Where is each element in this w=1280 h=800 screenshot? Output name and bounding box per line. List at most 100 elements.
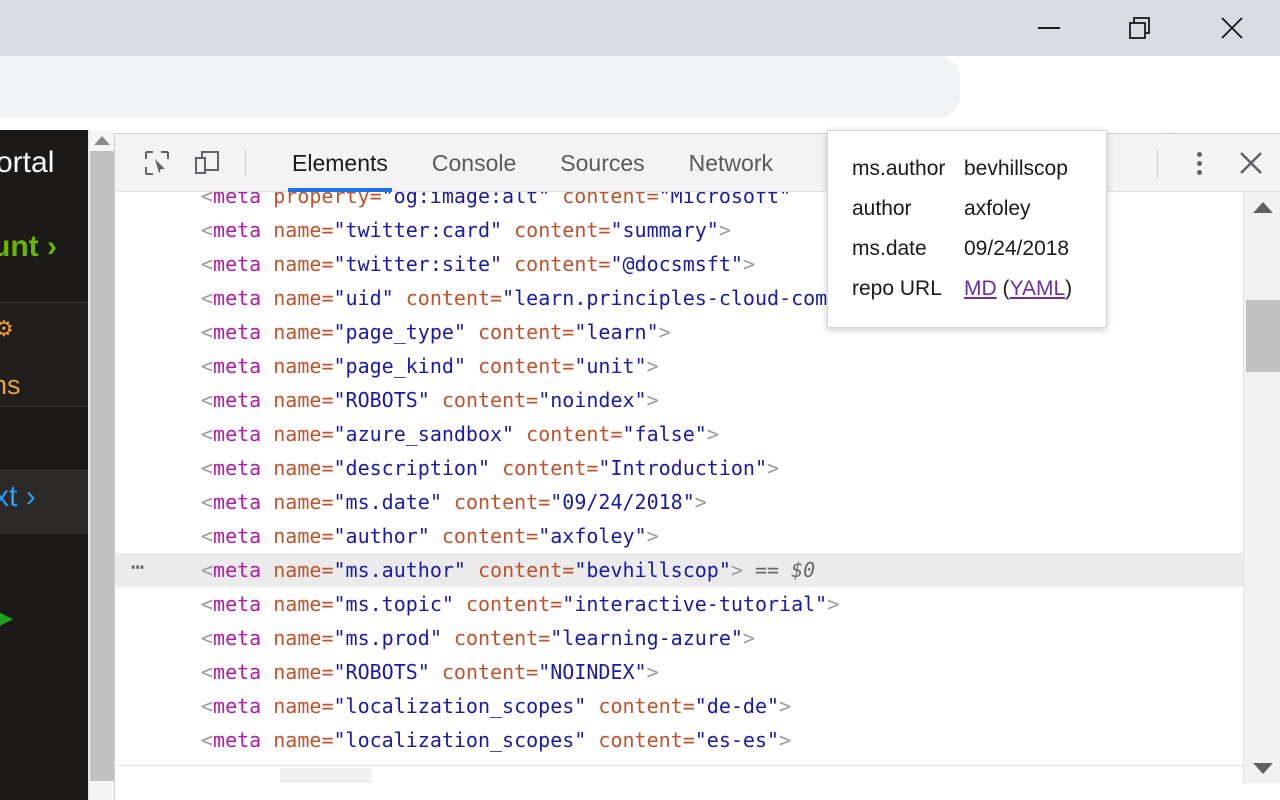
- equals: =: [526, 524, 539, 548]
- dom-attr-name: name: [273, 320, 322, 344]
- minimize-icon: [1038, 27, 1060, 29]
- page-vertical-scrollbar[interactable]: [88, 130, 114, 800]
- equals: =: [538, 490, 551, 514]
- equals: =: [682, 728, 695, 752]
- dom-tree-row[interactable]: ⋯ <meta name="ms.author" content="bevhill…: [115, 553, 1243, 587]
- dom-tag-name: meta: [213, 192, 262, 208]
- equals: =: [562, 320, 575, 344]
- dom-attr-name: content: [514, 218, 599, 242]
- page-link-next[interactable]: xt ›: [0, 480, 36, 514]
- angle-open: <: [201, 252, 214, 276]
- tab-elements[interactable]: Elements: [270, 134, 410, 192]
- dom-tree-row[interactable]: <meta name="ms.prod" content="learning-a…: [115, 621, 1243, 655]
- angle-close: >: [646, 524, 659, 548]
- scrollbar-thumb[interactable]: [90, 151, 114, 781]
- dom-attr-name: name: [273, 456, 322, 480]
- device-toolbar-button[interactable]: [188, 146, 226, 180]
- restore-button[interactable]: [1110, 0, 1170, 56]
- scrollbar-thumb-horizontal[interactable]: [280, 768, 372, 783]
- metadata-row: author axfoley: [852, 197, 1082, 237]
- dom-tree-row[interactable]: <meta name="ROBOTS" content="NOINDEX">: [115, 655, 1243, 689]
- dom-tree-row[interactable]: <meta name="ms.date" content="09/24/2018…: [115, 485, 1243, 519]
- metadata-row-repo-url: repo URL MD (YAML): [852, 277, 1082, 317]
- dom-tree-horizontal-scrollbar[interactable]: [115, 765, 1243, 783]
- dom-tag-name: meta: [213, 286, 262, 310]
- page-link-account-label: unt: [0, 230, 39, 263]
- dom-attr-value: "page_kind": [333, 354, 466, 378]
- scroll-down-button[interactable]: [1244, 753, 1280, 783]
- devtools-menu-button[interactable]: [1180, 146, 1218, 180]
- equals: =: [526, 388, 539, 412]
- dom-tree-row[interactable]: <meta name="description" content="Introd…: [115, 451, 1243, 485]
- angle-close: >: [742, 626, 755, 650]
- inspect-element-button[interactable]: [138, 146, 176, 180]
- page-link-next-label: xt: [0, 480, 18, 513]
- dom-attr-name: name: [273, 354, 322, 378]
- dom-tag-name: meta: [213, 592, 262, 616]
- dom-tree-row[interactable]: <meta name="ms.topic" content="interacti…: [115, 587, 1243, 621]
- angle-close: >: [827, 592, 840, 616]
- dom-attr-value: "ROBOTS": [333, 660, 430, 684]
- dom-tree-row[interactable]: <meta name="azure_sandbox" content="fals…: [115, 417, 1243, 451]
- paren-open: (: [1002, 277, 1010, 300]
- dom-tree-vertical-scrollbar[interactable]: [1243, 192, 1280, 783]
- dom-tree-row[interactable]: <meta name="localization_scopes" content…: [115, 723, 1243, 757]
- dom-tree-row[interactable]: <meta name="ROBOTS" content="noindex">: [115, 383, 1243, 417]
- dom-tag-name: meta: [213, 660, 262, 684]
- page-content: ortal unt › ⚙ ns xt › ▶: [0, 130, 88, 800]
- close-icon: [1240, 152, 1262, 174]
- chevron-down-icon: [1252, 762, 1273, 774]
- dom-attr-value: "@docsmsft": [610, 252, 743, 276]
- tab-console[interactable]: Console: [410, 134, 538, 192]
- scroll-up-button[interactable]: [89, 130, 114, 150]
- dom-attr-name: name: [273, 558, 322, 582]
- tab-network[interactable]: Network: [667, 134, 795, 192]
- tab-sources[interactable]: Sources: [538, 134, 666, 192]
- row-more-icon[interactable]: ⋯: [131, 553, 146, 587]
- scrollbar-thumb[interactable]: [1246, 300, 1280, 372]
- page-link-account[interactable]: unt ›: [0, 230, 57, 264]
- dom-attr-name: name: [273, 626, 322, 650]
- dom-tree-row[interactable]: <meta name="localization_scopes" content…: [115, 689, 1243, 723]
- repo-yaml-link[interactable]: YAML: [1010, 277, 1066, 300]
- close-button[interactable]: [1202, 0, 1262, 56]
- repo-md-link[interactable]: MD: [964, 277, 997, 300]
- dom-attr-value: "es-es": [694, 728, 780, 752]
- tab-sources-label: Sources: [560, 149, 645, 176]
- equals: =: [562, 354, 575, 378]
- dom-attr-name: name: [273, 422, 322, 446]
- devtools-close-button[interactable]: [1232, 146, 1270, 180]
- kebab-dot-3: [1196, 169, 1202, 175]
- dom-tree-row[interactable]: <meta name="author" content="axfoley">: [115, 519, 1243, 553]
- minimize-button[interactable]: [1019, 0, 1079, 56]
- gear-icon: ⚙: [0, 316, 14, 341]
- angle-open: <: [201, 354, 214, 378]
- dom-attr-value: "NOINDEX": [538, 660, 647, 684]
- scroll-up-button[interactable]: [1244, 192, 1280, 222]
- angle-open: <: [201, 320, 214, 344]
- omnibox-strip[interactable]: [0, 56, 960, 118]
- device-toolbar-icon: [195, 151, 219, 174]
- angle-open: <: [201, 388, 214, 412]
- dom-attr-value: "twitter:site": [333, 252, 503, 276]
- paren-close: ): [1065, 277, 1073, 300]
- dom-attr-value: "learning-azure": [550, 626, 743, 650]
- metadata-key: author: [852, 197, 912, 220]
- dom-tree-row[interactable]: <meta name="page_kind" content="unit">: [115, 349, 1243, 383]
- dom-attr-value: "ms.author": [333, 558, 466, 582]
- angle-close: >: [694, 490, 707, 514]
- metadata-key: ms.author: [852, 157, 946, 180]
- dom-attr-name: name: [273, 660, 322, 684]
- dom-attr-value: "azure_sandbox": [333, 422, 515, 446]
